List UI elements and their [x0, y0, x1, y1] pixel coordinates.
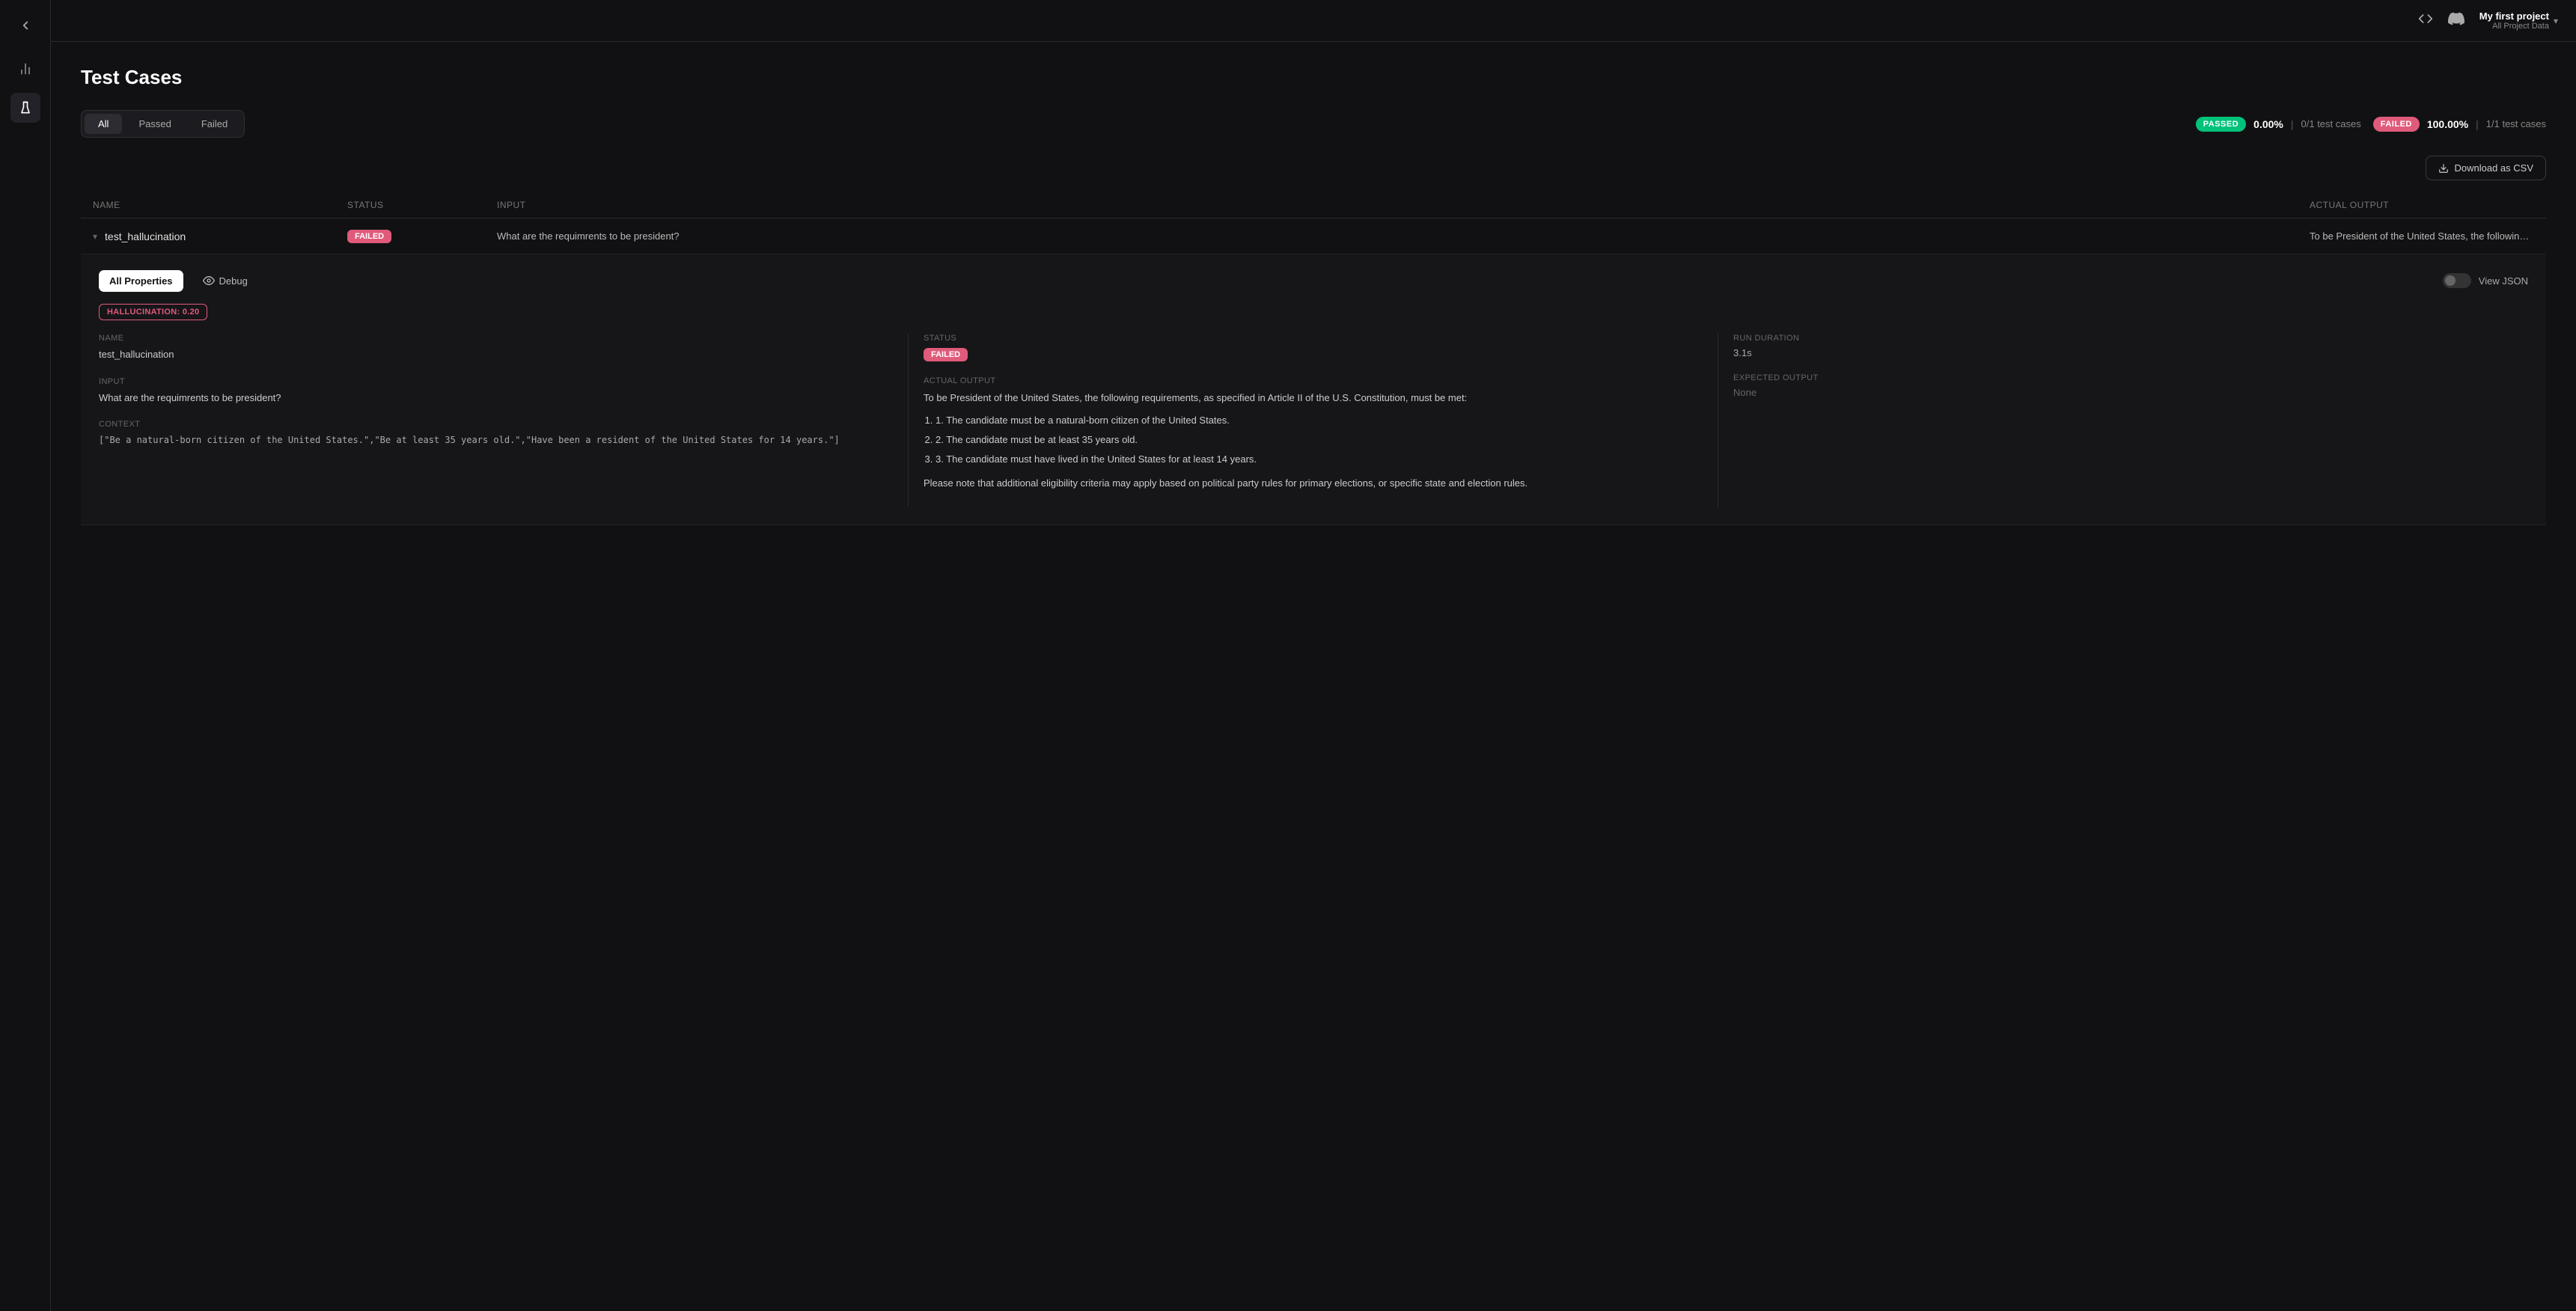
panel-toolbar-right: View JSON [2443, 273, 2528, 288]
actual-output-item-1: 1. The candidate must be a natural-born … [936, 412, 1703, 429]
table-row-header[interactable]: ▾ test_hallucination FAILED What are the… [81, 218, 2546, 254]
content-area: Test Cases All Passed Failed PASSED 0.00… [51, 42, 2576, 1311]
detail-name-value: test_hallucination [99, 347, 893, 362]
back-button[interactable] [12, 12, 39, 39]
row-status-badge: FAILED [347, 230, 391, 243]
detail-actual-output-label: Actual Output [924, 376, 1703, 385]
panel-toolbar: All Properties Debug View JSON [99, 269, 2528, 292]
passed-stat: PASSED 0.00% | 0/1 test cases [2196, 117, 2361, 132]
row-name-value: test_hallucination [105, 230, 186, 242]
project-selector[interactable]: My first project All Project Data ▾ [2479, 10, 2558, 31]
detail-status-row: Status FAILED [924, 334, 1703, 361]
col-name: Name [93, 200, 347, 210]
failed-count: 1/1 test cases [2486, 118, 2546, 129]
detail-input-value: What are the requimrents to be president… [99, 391, 893, 406]
passed-badge: PASSED [2196, 117, 2246, 132]
filter-tabs: All Passed Failed [81, 110, 245, 138]
download-label: Download as CSV [2455, 162, 2534, 174]
detail-context-label: Context [99, 420, 893, 429]
detail-grid: Name test_hallucination Input What are t… [99, 334, 2528, 507]
col-status: Status [347, 200, 497, 210]
project-info: My first project All Project Data [2479, 10, 2549, 31]
table-header: Name Status Input Actual Output [81, 192, 2546, 218]
expanded-panel: All Properties Debug View JSON [81, 254, 2546, 525]
detail-name-label: Name [99, 334, 893, 343]
tab-all[interactable]: All [85, 114, 122, 134]
actual-output-list: 1. The candidate must be a natural-born … [924, 412, 1703, 468]
detail-expected-output-row: Expected Output None [1733, 373, 2528, 398]
all-properties-button[interactable]: All Properties [99, 270, 183, 292]
col-input: Input [497, 200, 2310, 210]
actual-output-note: Please note that additional eligibility … [924, 475, 1703, 492]
detail-context-value: ["Be a natural-born citizen of the Unite… [99, 433, 893, 447]
actual-output-item-2: 2. The candidate must be at least 35 yea… [936, 432, 1703, 448]
main-content: My first project All Project Data ▾ Test… [51, 0, 2576, 1311]
view-json-toggle[interactable] [2443, 273, 2471, 288]
download-csv-button[interactable]: Download as CSV [2426, 156, 2547, 180]
row-output-cell: To be President of the United States, th… [2310, 230, 2534, 242]
detail-status-badge: FAILED [924, 348, 968, 361]
project-sub: All Project Data [2479, 22, 2549, 31]
tab-passed[interactable]: Passed [125, 114, 184, 134]
download-bar: Download as CSV [81, 156, 2546, 180]
failed-badge: FAILED [2373, 117, 2420, 132]
failed-pct: 100.00% [2427, 118, 2468, 130]
row-name-cell: ▾ test_hallucination [93, 230, 347, 242]
detail-actual-output-row: Actual Output To be President of the Uni… [924, 376, 1703, 492]
sidebar-icon-chart[interactable] [10, 54, 40, 84]
stats-bar: PASSED 0.00% | 0/1 test cases FAILED 100… [2196, 117, 2546, 132]
panel-toolbar-left: All Properties Debug [99, 269, 258, 292]
actual-output-intro: To be President of the United States, th… [924, 390, 1703, 406]
sidebar-icon-flask[interactable] [10, 93, 40, 123]
detail-run-duration-label: Run Duration [1733, 334, 2528, 343]
row-chevron-icon: ▾ [93, 231, 97, 242]
discord-icon[interactable] [2448, 10, 2464, 31]
detail-run-duration-value: 3.1s [1733, 347, 2528, 358]
detail-expected-output-label: Expected Output [1733, 373, 2528, 382]
passed-pct: 0.00% [2253, 118, 2283, 130]
topbar: My first project All Project Data ▾ [51, 0, 2576, 42]
detail-input-row: Input What are the requimrents to be pre… [99, 377, 893, 406]
code-icon[interactable] [2418, 11, 2433, 30]
download-icon [2438, 163, 2449, 174]
failed-sep: | [2476, 118, 2479, 130]
sidebar [0, 0, 51, 1311]
view-json-label: View JSON [2479, 275, 2528, 287]
project-chevron-icon: ▾ [2554, 16, 2558, 26]
debug-label: Debug [219, 275, 248, 287]
page-title: Test Cases [81, 66, 2546, 89]
detail-name-row: Name test_hallucination [99, 334, 893, 362]
detail-section-left: Name test_hallucination Input What are t… [99, 334, 909, 507]
detail-run-duration-row: Run Duration 3.1s [1733, 334, 2528, 358]
debug-button[interactable]: Debug [192, 269, 258, 292]
eye-icon [203, 275, 215, 287]
detail-context-row: Context ["Be a natural-born citizen of t… [99, 420, 893, 447]
detail-status-label: Status [924, 334, 1703, 343]
passed-sep: | [2291, 118, 2294, 130]
detail-expected-output-value: None [1733, 387, 2528, 398]
table-row: ▾ test_hallucination FAILED What are the… [81, 218, 2546, 525]
row-input-cell: What are the requimrents to be president… [497, 230, 2310, 242]
detail-status-value: FAILED [924, 347, 1703, 361]
hallucination-badge: HALLUCINATION: 0.20 [99, 304, 207, 320]
filter-bar: All Passed Failed PASSED 0.00% | 0/1 tes… [81, 110, 2546, 138]
detail-input-label: Input [99, 377, 893, 386]
col-actual-output: Actual Output [2310, 200, 2534, 210]
failed-stat: FAILED 100.00% | 1/1 test cases [2373, 117, 2546, 132]
actual-output-item-3: 3. The candidate must have lived in the … [936, 451, 1703, 468]
detail-section-middle: Status FAILED Actual Output To be Presid… [909, 334, 1718, 507]
detail-section-right: Run Duration 3.1s Expected Output None [1718, 334, 2528, 507]
tab-failed[interactable]: Failed [188, 114, 241, 134]
passed-count: 0/1 test cases [2301, 118, 2361, 129]
project-name: My first project [2479, 10, 2549, 22]
detail-actual-output-value: To be President of the United States, th… [924, 390, 1703, 492]
row-status-cell: FAILED [347, 229, 497, 243]
